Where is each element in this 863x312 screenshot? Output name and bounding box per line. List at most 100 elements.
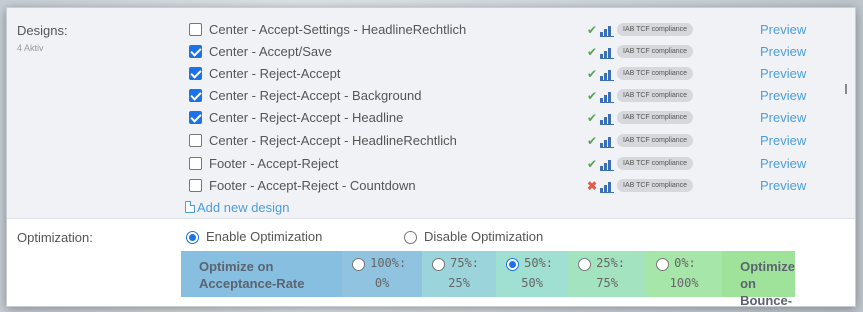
tcf-compliance-badge: IAB TCF compliance xyxy=(617,89,694,102)
ratio-option[interactable]: 100%: 0% xyxy=(342,251,423,297)
design-name[interactable]: Footer - Accept-Reject xyxy=(209,156,338,171)
design-checkbox[interactable] xyxy=(189,67,202,80)
iab-logo-icon xyxy=(600,90,614,103)
design-checkbox[interactable] xyxy=(189,111,202,124)
add-new-design-label: Add new design xyxy=(197,199,290,215)
compliance-status: ✔ IAB TCF compliance xyxy=(585,88,694,103)
designs-section: Designs: 4 Aktiv Center - Accept-Setting… xyxy=(7,8,855,219)
compliance-status: ✔ IAB TCF compliance xyxy=(585,133,694,148)
tcf-compliance-badge: IAB TCF compliance xyxy=(617,134,694,147)
ratio-option-radio[interactable] xyxy=(656,258,670,271)
design-name[interactable]: Center - Reject-Accept - HeadlineRechtli… xyxy=(209,133,457,148)
tcf-compliance-badge: IAB TCF compliance xyxy=(617,45,694,58)
ratio-option-radio[interactable] xyxy=(352,258,366,271)
iab-logo-icon xyxy=(600,158,614,171)
acceptance-rate-end: Optimize on Acceptance-Rate xyxy=(181,251,343,297)
tcf-compliance-badge: IAB TCF compliance xyxy=(617,157,694,170)
design-name[interactable]: Center - Reject-Accept - Background xyxy=(209,88,421,103)
design-name[interactable]: Footer - Accept-Reject - Countdown xyxy=(209,178,416,193)
checkmark-icon: ✔ xyxy=(586,156,598,171)
ratio-acceptance-percent: 50%: xyxy=(524,256,553,270)
design-row: Footer - Accept-Reject - Countdown ✖ IAB T… xyxy=(7,175,855,196)
compliance-status: ✔ IAB TCF compliance xyxy=(585,110,694,125)
ratio-option-radio[interactable] xyxy=(578,258,592,271)
ratio-bounce-percent: 25% xyxy=(448,276,470,290)
preview-link[interactable]: Preview xyxy=(760,44,806,59)
tcf-compliance-badge: IAB TCF compliance xyxy=(617,111,694,124)
preview-link[interactable]: Preview xyxy=(760,110,806,125)
preview-link[interactable]: Preview xyxy=(760,88,806,103)
acceptance-end-line2: Acceptance-Rate xyxy=(199,276,305,291)
compliance-status: ✔ IAB TCF compliance xyxy=(585,66,694,81)
checkmark-icon: ✔ xyxy=(586,66,598,81)
ratio-option[interactable]: 25%: 75% xyxy=(568,251,647,297)
bounce-rate-end: Optimize on Bounce-Rate xyxy=(722,251,795,306)
disable-optimization-label[interactable]: Disable Optimization xyxy=(424,229,543,244)
acceptance-end-line1: Optimize on xyxy=(199,259,274,274)
preview-link[interactable]: Preview xyxy=(760,156,806,171)
ratio-acceptance-percent: 25%: xyxy=(596,256,625,270)
checkmark-icon: ✔ xyxy=(586,110,598,125)
design-row: Center - Accept-Settings - HeadlineRecht… xyxy=(7,19,855,41)
iab-logo-icon xyxy=(600,112,614,125)
design-list[interactable]: Center - Accept-Settings - HeadlineRecht… xyxy=(7,16,855,196)
design-checkbox[interactable] xyxy=(189,179,202,192)
design-row: Footer - Accept-Reject ✔ IAB TCF complianc… xyxy=(7,153,855,175)
add-new-design-link[interactable]: Add new design xyxy=(185,199,290,215)
design-checkbox[interactable] xyxy=(189,157,202,170)
design-row: Center - Accept/Save ✔ IAB TCF compliance P… xyxy=(7,41,855,63)
checkmark-icon: ✔ xyxy=(586,44,598,59)
iab-logo-icon xyxy=(600,180,614,193)
iab-logo-icon xyxy=(600,135,614,148)
design-checkbox[interactable] xyxy=(189,134,202,147)
bounce-end-line2: Bounce-Rate xyxy=(740,293,793,307)
bounce-end-line1: Optimize on xyxy=(740,259,795,291)
tcf-compliance-badge: IAB TCF compliance xyxy=(617,23,694,36)
checkmark-icon: ✔ xyxy=(586,133,598,148)
tcf-compliance-badge: IAB TCF compliance xyxy=(617,67,694,80)
design-checkbox[interactable] xyxy=(189,45,202,58)
checkmark-icon: ✔ xyxy=(586,88,598,103)
design-name[interactable]: Center - Accept-Settings - HeadlineRecht… xyxy=(209,22,466,37)
ratio-acceptance-percent: 100%: xyxy=(370,256,407,270)
optimization-ratio-bar: Optimize on Acceptance-Rate 100%: 0% 75%: 2… xyxy=(181,251,795,306)
preview-link[interactable]: Preview xyxy=(760,178,806,193)
design-checkbox[interactable] xyxy=(189,23,202,36)
iab-logo-icon xyxy=(600,68,614,81)
compliance-status: ✔ IAB TCF compliance xyxy=(585,156,694,171)
document-icon xyxy=(185,201,195,213)
preview-link[interactable]: Preview xyxy=(760,66,806,81)
settings-panel: Designs: 4 Aktiv Center - Accept-Setting… xyxy=(6,7,856,307)
preview-link[interactable]: Preview xyxy=(760,133,806,148)
compliance-status: ✖ IAB TCF compliance xyxy=(585,178,694,193)
scrollbar-thumb[interactable] xyxy=(845,84,847,94)
ratio-bounce-percent: 50% xyxy=(521,276,543,290)
design-row: Center - Reject-Accept - Headline ✔ IAB TC… xyxy=(7,107,855,129)
ratio-bounce-percent: 100% xyxy=(669,276,699,290)
disable-optimization-radio[interactable] xyxy=(404,231,417,244)
design-checkbox[interactable] xyxy=(189,89,202,102)
ratio-option[interactable]: 0%: 100% xyxy=(646,251,723,297)
ratio-option[interactable]: 75%: 25% xyxy=(422,251,497,297)
design-name[interactable]: Center - Reject-Accept xyxy=(209,66,341,81)
checkmark-icon: ✔ xyxy=(586,22,598,37)
enable-optimization-label[interactable]: Enable Optimization xyxy=(206,229,322,244)
ratio-option[interactable]: 50%: 50% xyxy=(496,251,569,297)
design-name[interactable]: Center - Reject-Accept - Headline xyxy=(209,110,403,125)
ratio-option-radio[interactable] xyxy=(506,258,520,271)
iab-logo-icon xyxy=(600,46,614,59)
ratio-option-radio[interactable] xyxy=(432,258,446,271)
iab-logo-icon xyxy=(600,24,614,37)
preview-link[interactable]: Preview xyxy=(760,22,806,37)
ratio-bounce-percent: 0% xyxy=(374,276,390,290)
design-row: Center - Reject-Accept ✔ IAB TCF complianc… xyxy=(7,63,855,85)
ratio-bounce-percent: 75% xyxy=(596,276,618,290)
design-row: Center - Reject-Accept - Background ✔ IAB … xyxy=(7,85,855,107)
design-row: Center - Reject-Accept - HeadlineRechtli… xyxy=(7,130,855,152)
compliance-status: ✔ IAB TCF compliance xyxy=(585,44,694,59)
enable-optimization-radio[interactable] xyxy=(186,231,199,244)
design-name[interactable]: Center - Accept/Save xyxy=(209,44,332,59)
cross-icon: ✖ xyxy=(586,178,598,193)
ratio-acceptance-percent: 0%: xyxy=(674,256,696,270)
compliance-status: ✔ IAB TCF compliance xyxy=(585,22,694,37)
